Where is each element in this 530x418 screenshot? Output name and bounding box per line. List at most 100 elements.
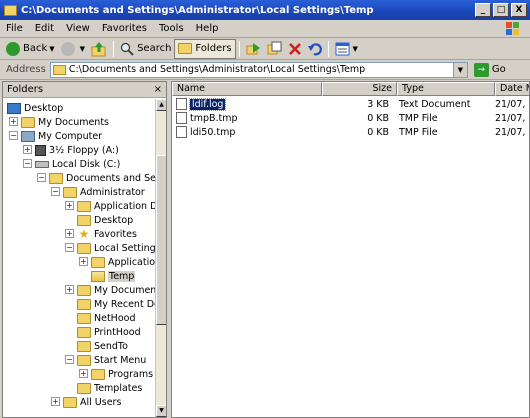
views-icon [335, 42, 350, 55]
menu-favorites[interactable]: Favorites [96, 23, 153, 34]
menu-view[interactable]: View [60, 23, 96, 34]
folder-icon [77, 242, 91, 254]
minimize-button[interactable]: _ [475, 3, 491, 17]
tree-item-label: All Users [80, 396, 122, 408]
tree-item-label: Documents and Settin [66, 172, 155, 184]
collapse-button[interactable]: − [65, 243, 74, 252]
tree-item[interactable]: Templates [77, 381, 142, 395]
folder-icon [49, 172, 63, 184]
file-row[interactable]: tmpB.tmp 0 KB TMP File 21/07, [172, 111, 527, 125]
tree-item[interactable]: Start Menu [77, 353, 146, 367]
go-arrow-icon: → [473, 62, 489, 77]
folder-icon [77, 340, 91, 352]
tree-item[interactable]: My Documents [77, 283, 155, 297]
tree-item[interactable]: SendTo [77, 339, 128, 353]
folder-icon [77, 326, 91, 338]
back-button[interactable]: Back ▼ [3, 39, 58, 59]
go-button[interactable]: → Go [473, 62, 506, 77]
tree-item[interactable]: Administrator [63, 185, 145, 199]
folder-icon [77, 312, 91, 324]
address-input[interactable]: C:\Documents and Settings\Administrator\… [49, 61, 468, 78]
favorites-icon: ★ [78, 226, 90, 241]
tree-item[interactable]: My Computer [21, 129, 102, 143]
tree-item[interactable]: Local Settings [77, 241, 155, 255]
folder-icon [77, 354, 91, 366]
up-button[interactable] [88, 39, 110, 59]
tree-item[interactable]: Documents and Settin [49, 171, 155, 185]
undo-button[interactable] [305, 39, 325, 59]
disk-icon [35, 160, 49, 168]
expand-button[interactable]: + [23, 145, 32, 154]
file-icon [176, 98, 187, 110]
delete-button[interactable] [285, 39, 305, 59]
expand-button[interactable]: + [65, 201, 74, 210]
search-button[interactable]: Search [117, 39, 174, 59]
address-dropdown-button[interactable]: ▼ [452, 62, 467, 77]
expand-button[interactable]: + [79, 369, 88, 378]
tree-item[interactable]: Desktop [77, 213, 133, 227]
toolbar-separator [113, 40, 115, 57]
expand-button[interactable]: + [65, 285, 74, 294]
folder-icon [178, 43, 193, 54]
tree-item[interactable]: Applicatio [91, 255, 155, 269]
chevron-down-icon[interactable]: ▼ [353, 45, 358, 53]
tree-item[interactable]: My Documents [21, 115, 109, 129]
tree-item[interactable]: Programs [91, 367, 153, 381]
expand-button[interactable]: + [9, 117, 18, 126]
collapse-button[interactable]: − [9, 131, 18, 140]
forward-button[interactable]: ▼ [58, 39, 88, 59]
collapse-button[interactable]: − [37, 173, 46, 182]
forward-arrow-icon [60, 41, 75, 56]
menu-file[interactable]: File [0, 23, 29, 34]
column-header-date[interactable]: Date M [495, 82, 529, 96]
collapse-button[interactable]: − [65, 355, 74, 364]
tree-item[interactable]: Temp [91, 269, 136, 283]
move-to-button[interactable] [243, 39, 264, 59]
scroll-up-button[interactable]: ▲ [156, 99, 166, 111]
column-header-type[interactable]: Type [397, 82, 495, 96]
menu-edit[interactable]: Edit [29, 23, 60, 34]
file-date: 21/07, [495, 126, 526, 138]
scroll-thumb[interactable] [156, 155, 166, 325]
search-icon [120, 42, 134, 56]
folders-pane-close-button[interactable]: × [154, 84, 162, 95]
tree-item[interactable]: Local Disk (C:) [35, 157, 120, 171]
tree-item[interactable]: Desktop [7, 101, 63, 115]
tree-item[interactable]: PrintHood [77, 325, 141, 339]
tree-item-label: Application Da [94, 200, 155, 212]
folder-tree-scrollbar[interactable]: ▲ ▼ [155, 99, 166, 417]
file-row[interactable]: ldif.log 3 KB Text Document 21/07, [172, 97, 527, 111]
copy-to-button[interactable] [264, 39, 285, 59]
close-button[interactable]: X [511, 3, 527, 17]
collapse-button[interactable]: − [23, 159, 32, 168]
maximize-button[interactable]: □ [493, 3, 509, 17]
expand-button[interactable]: + [51, 397, 60, 406]
folder-icon [77, 200, 91, 212]
chevron-down-icon[interactable]: ▼ [49, 45, 54, 53]
chevron-down-icon[interactable]: ▼ [80, 45, 85, 53]
tree-item[interactable]: My Recent Do [77, 297, 155, 311]
tree-item[interactable]: 3½ Floppy (A:) [35, 143, 119, 157]
tree-item[interactable]: All Users [63, 395, 121, 409]
scroll-down-button[interactable]: ▼ [156, 405, 166, 417]
folder-icon [4, 4, 17, 16]
collapse-button[interactable]: − [51, 187, 60, 196]
folders-pane-title: Folders [7, 84, 44, 95]
title-bar[interactable]: C:\Documents and Settings\Administrator\… [0, 0, 530, 20]
folder-icon [21, 116, 35, 128]
menu-help[interactable]: Help [190, 23, 225, 34]
expand-button[interactable]: + [65, 229, 74, 238]
copy-to-icon [267, 41, 282, 55]
tree-item[interactable]: NetHood [77, 311, 135, 325]
menu-tools[interactable]: Tools [153, 23, 190, 34]
tree-item[interactable]: Application Da [77, 199, 155, 213]
tree-item-label: Applicatio [108, 256, 155, 268]
folders-button[interactable]: Folders [174, 38, 236, 59]
expand-button[interactable]: + [79, 257, 88, 266]
file-row[interactable]: ldi50.tmp 0 KB TMP File 21/07, [172, 125, 527, 139]
column-header-size[interactable]: Size [322, 82, 397, 96]
column-header-name[interactable]: Name [172, 82, 322, 96]
tree-item[interactable]: ★ Favorites [77, 227, 137, 241]
views-button[interactable]: ▼ [332, 39, 361, 59]
address-bar: Address C:\Documents and Settings\Admini… [0, 60, 530, 80]
